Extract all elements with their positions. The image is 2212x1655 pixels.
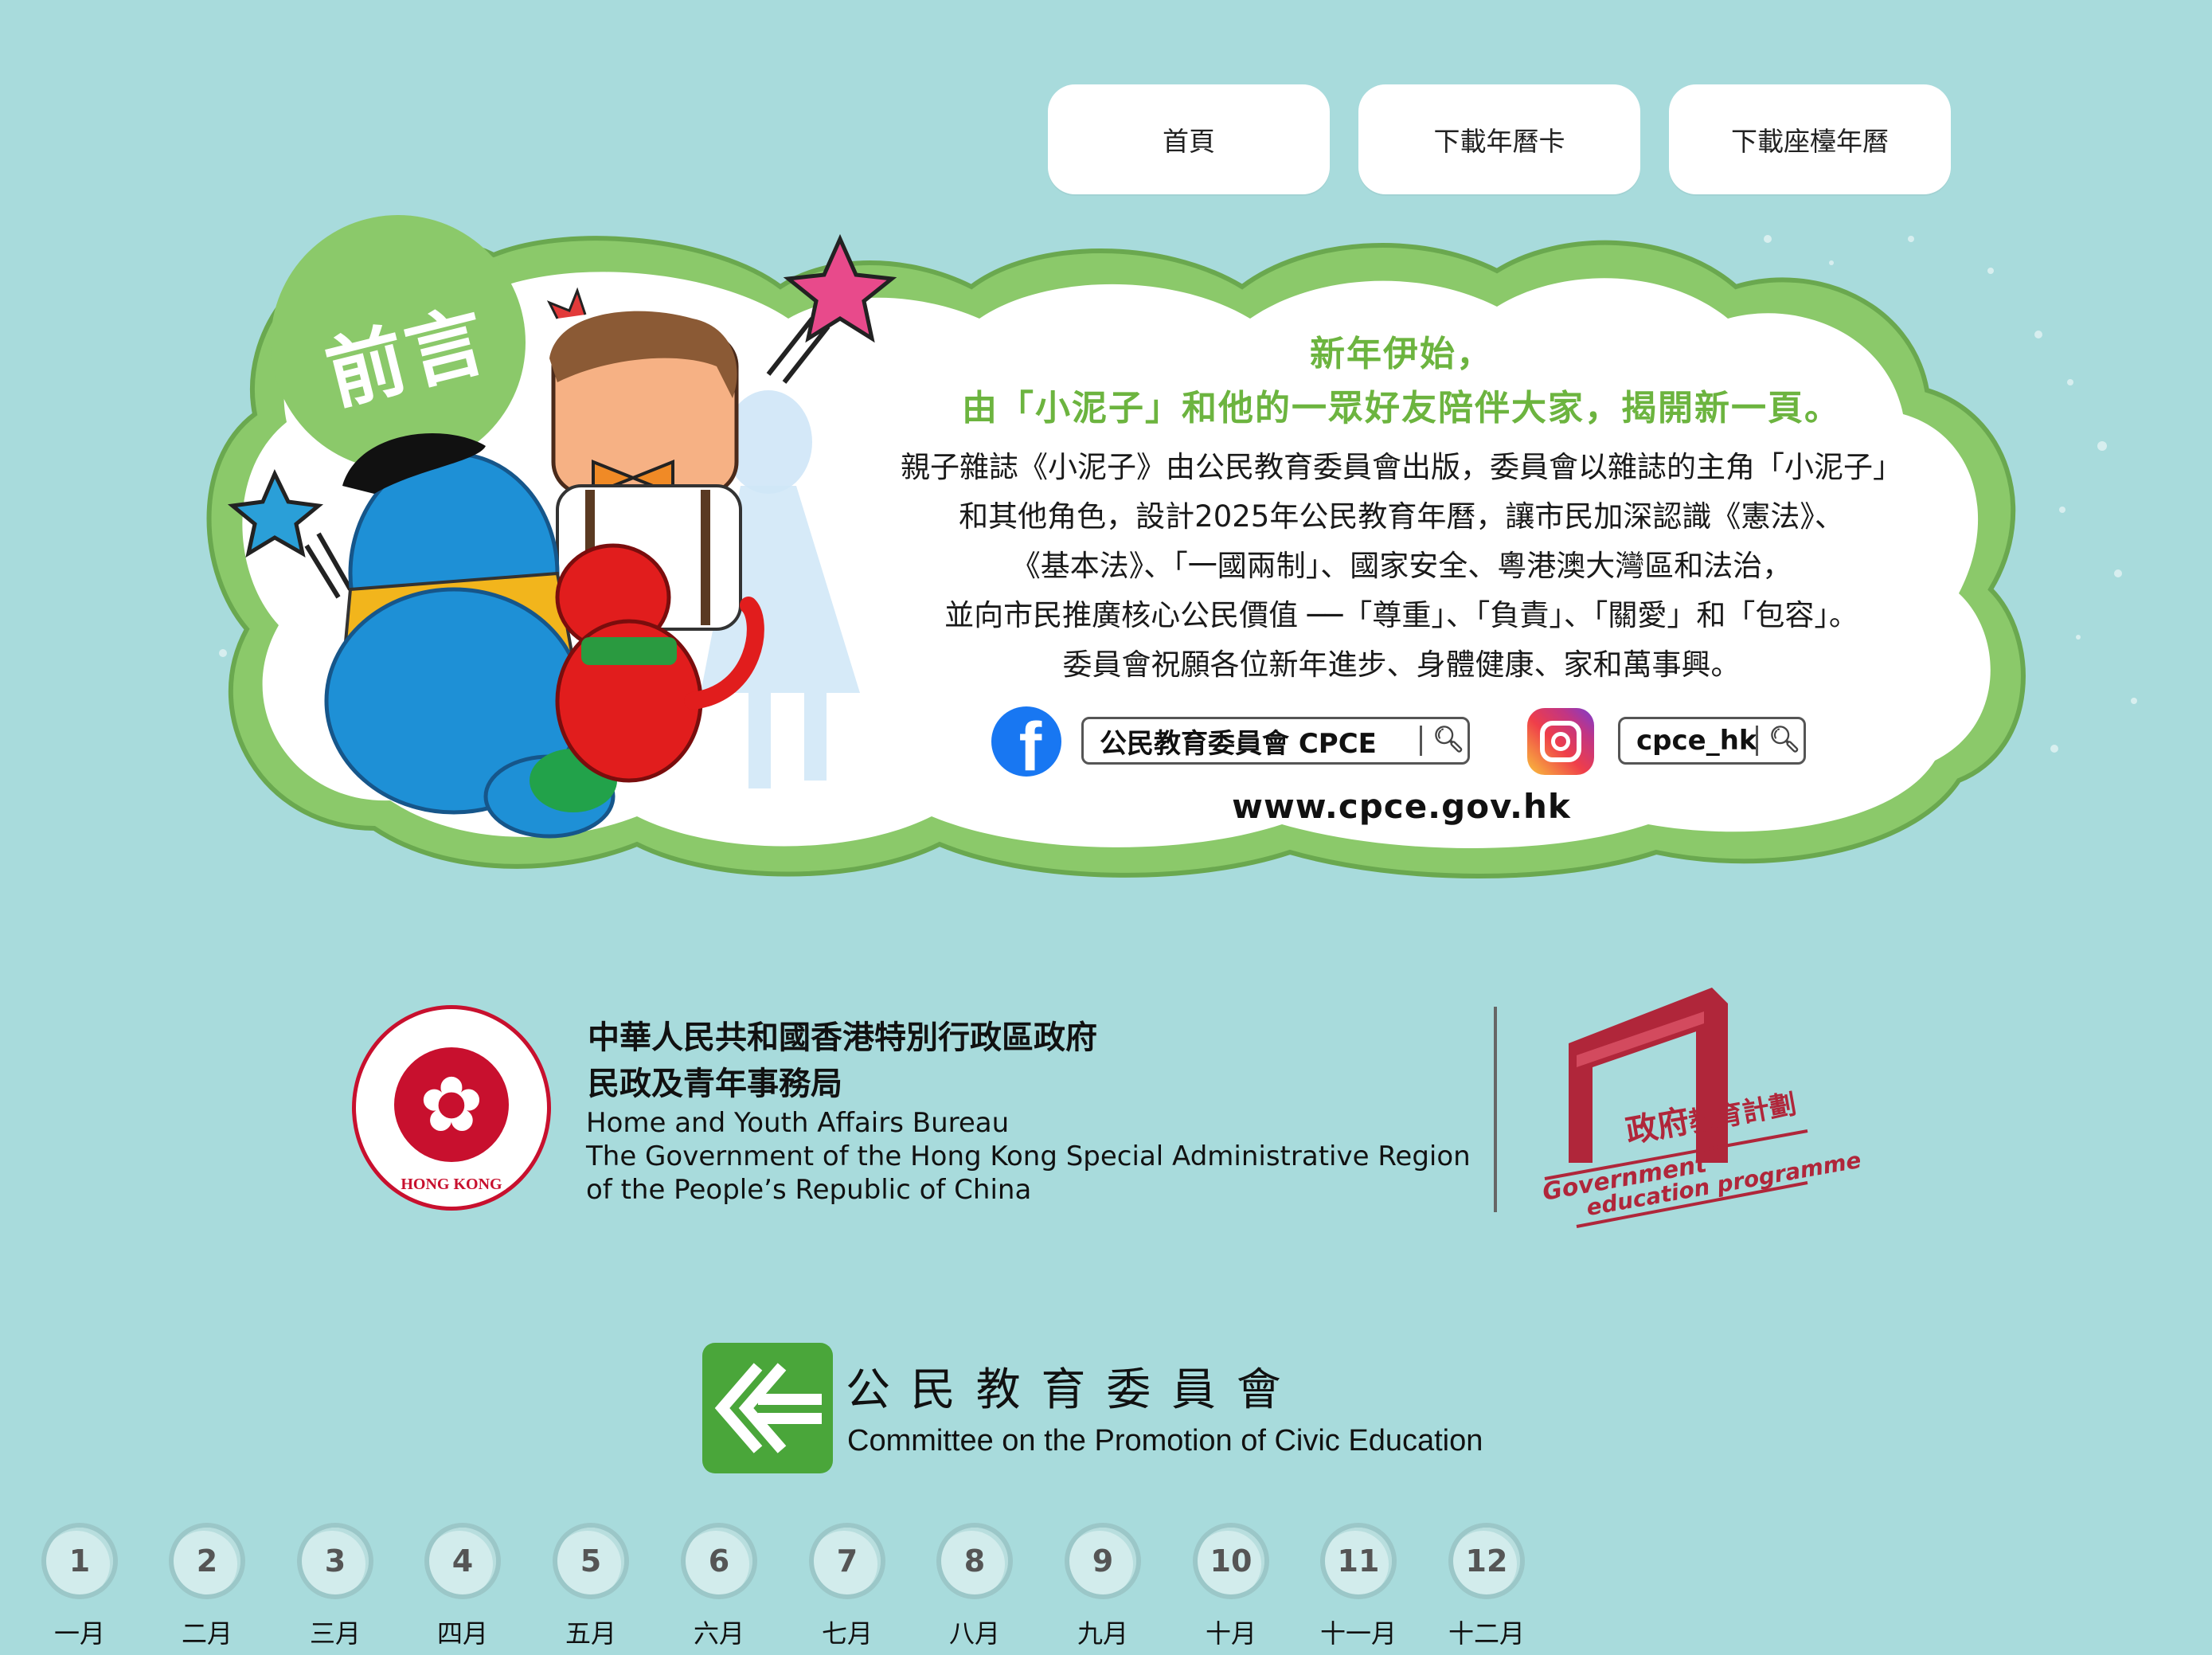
month-8-number: 8: [936, 1523, 1013, 1599]
month-9-label: 九月: [1077, 1618, 1128, 1649]
month-3-button[interactable]: 3 三月: [287, 1523, 383, 1650]
month-5-label: 五月: [565, 1618, 616, 1649]
month-6-number: 6: [681, 1523, 757, 1599]
search-icon: 🔍︎: [1432, 724, 1465, 754]
bureau-name-en: Home and Youth Affairs Bureau: [586, 1107, 1010, 1139]
month-2-label: 二月: [181, 1618, 233, 1649]
month-12-button[interactable]: 12 十二月: [1439, 1523, 1534, 1650]
cpce-logo-icon: [702, 1343, 833, 1473]
foreword-line-2: 和其他角色，設計2025年公民教育年曆，讓市民加深認識《憲法》、: [959, 499, 1844, 534]
month-9-number: 9: [1065, 1523, 1141, 1599]
instagram-icon[interactable]: [1527, 708, 1594, 775]
month-1-number: 1: [41, 1523, 118, 1599]
month-5-number: 5: [553, 1523, 629, 1599]
month-5-button[interactable]: 5 五月: [543, 1523, 639, 1650]
emblem-bottom-text: HONG KONG: [401, 1176, 502, 1193]
gov-name-cn: 中華人民共和國香港特別行政區政府: [588, 1019, 1097, 1056]
foreword-line-4: 並向市民推廣核心公民價值 ──「尊重」、「負責」、「關愛」和「包容」。: [944, 598, 1858, 632]
month-11-button[interactable]: 11 十一月: [1311, 1523, 1406, 1650]
month-1-label: 一月: [53, 1618, 105, 1649]
month-3-label: 三月: [309, 1618, 361, 1649]
bureau-name-cn: 民政及青年事務局: [588, 1066, 842, 1102]
month-7-label: 七月: [821, 1618, 873, 1649]
logo-divider: [1494, 1007, 1497, 1212]
foreword-line-5: 委員會祝願各位新年進步、身體健康、家和萬事興。: [1062, 648, 1741, 682]
month-7-button[interactable]: 7 七月: [799, 1523, 895, 1650]
cpce-name-en: Committee on the Promotion of Civic Educ…: [847, 1424, 1483, 1457]
foreword-headline-1: 新年伊始，: [1310, 334, 1493, 374]
month-2-button[interactable]: 2 二月: [159, 1523, 255, 1650]
hksar-emblem: ✿ HONG KONG: [352, 1005, 551, 1211]
month-12-label: 十二月: [1448, 1618, 1525, 1649]
month-6-button[interactable]: 6 六月: [671, 1523, 767, 1650]
website-link[interactable]: www.cpce.gov.hk: [1163, 787, 1640, 826]
facebook-icon[interactable]: f: [991, 706, 1061, 777]
facebook-search-pill[interactable]: 公民教育委員會 CPCE 🔍︎: [1081, 717, 1470, 765]
foreword-line-3: 《基本法》、「一國兩制」、國家安全、粵港澳大灣區和法治，: [1010, 549, 1792, 583]
gov-name-en-1: The Government of the Hong Kong Special …: [586, 1141, 1471, 1172]
month-4-label: 四月: [436, 1618, 488, 1649]
foreword-headline-2: 由「小泥子」和他的一眾好友陪伴大家，揭開新一頁。: [962, 388, 1841, 428]
month-7-number: 7: [809, 1523, 885, 1599]
month-3-number: 3: [297, 1523, 373, 1599]
search-icon: 🔍︎: [1768, 724, 1801, 754]
month-9-button[interactable]: 9 九月: [1055, 1523, 1151, 1650]
month-4-button[interactable]: 4 四月: [415, 1523, 510, 1650]
month-11-number: 11: [1320, 1523, 1397, 1599]
instagram-search-text: cpce_hk: [1636, 725, 1757, 757]
instagram-search-pill[interactable]: cpce_hk 🔍︎: [1618, 717, 1806, 765]
month-8-label: 八月: [948, 1618, 1000, 1649]
month-11-label: 十一月: [1319, 1618, 1397, 1649]
month-10-label: 十月: [1205, 1618, 1256, 1649]
month-4-number: 4: [424, 1523, 501, 1599]
foreword-line-1: 親子雜誌《小泥子》由公民教育委員會出版，委員會以雜誌的主角「小泥子」: [901, 450, 1902, 484]
gov-name-en-2: of the People’s Republic of China: [586, 1174, 1032, 1206]
month-8-button[interactable]: 8 八月: [927, 1523, 1022, 1650]
month-2-number: 2: [169, 1523, 245, 1599]
cpce-name-cn: 公 民 教 育 委 員 會: [846, 1364, 1284, 1416]
month-10-button[interactable]: 10 十月: [1183, 1523, 1279, 1650]
facebook-search-text: 公民教育委員會 CPCE: [1100, 727, 1377, 760]
month-12-number: 12: [1448, 1523, 1525, 1599]
month-1-button[interactable]: 1 一月: [32, 1523, 127, 1650]
month-6-label: 六月: [693, 1618, 744, 1649]
bauhinia-icon: ✿: [419, 1060, 484, 1149]
month-10-number: 10: [1193, 1523, 1269, 1599]
